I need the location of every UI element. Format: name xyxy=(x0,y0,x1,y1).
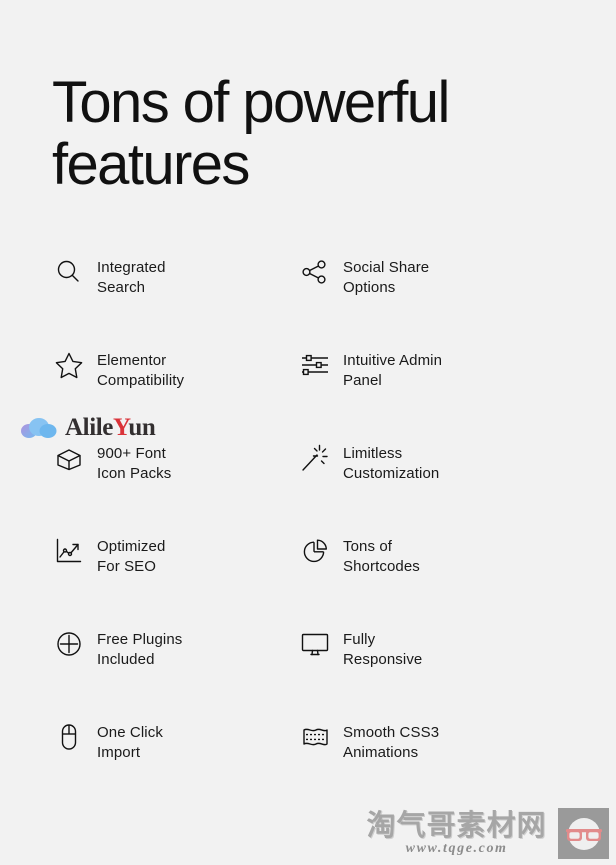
feature-label: Smooth CSS3 Animations xyxy=(343,724,440,761)
feature-label: Free Plugins Included xyxy=(97,631,183,668)
feature-item: Smooth CSS3 Animations xyxy=(298,717,544,810)
feature-label: Tons of Shortcodes xyxy=(343,538,420,575)
feature-item: 900+ Font Icon Packs xyxy=(52,438,298,531)
feature-label: Intuitive Admin Panel xyxy=(343,352,443,389)
magic-wand-icon xyxy=(298,441,332,475)
plus-circle-icon xyxy=(52,627,86,661)
monitor-icon xyxy=(298,627,332,661)
feature-item: Social Share Options xyxy=(298,252,544,345)
mouse-icon xyxy=(52,720,86,754)
feature-label: One Click Import xyxy=(97,724,163,761)
alileyun-text-after: un xyxy=(128,413,156,441)
cloud-icon xyxy=(20,414,58,440)
alileyun-watermark: AlileYun xyxy=(20,413,156,441)
bottom-watermark-url: www.tqge.com xyxy=(405,841,508,857)
glasses-face-icon xyxy=(558,808,609,859)
share-nodes-icon xyxy=(298,255,332,289)
alileyun-text-before: Alile xyxy=(65,413,113,441)
star-icon xyxy=(52,348,86,382)
page-root: Tons of powerful features Integrated Sea… xyxy=(0,0,616,865)
feature-label: Limitless Customization xyxy=(343,445,440,482)
page-title: Tons of powerful features xyxy=(52,70,450,197)
box-icon xyxy=(52,441,86,475)
sliders-icon xyxy=(298,348,332,382)
alileyun-text: AlileYun xyxy=(65,413,156,441)
alileyun-text-accent: Y xyxy=(113,413,129,441)
animation-wave-icon xyxy=(298,720,332,754)
bottom-watermark-text-group: 淘气哥素材网 www.tqge.com xyxy=(357,806,556,861)
feature-label: 900+ Font Icon Packs xyxy=(97,445,172,482)
feature-item: One Click Import xyxy=(52,717,298,810)
feature-item: Tons of Shortcodes xyxy=(298,531,544,624)
line-chart-icon xyxy=(52,534,86,568)
feature-label: Fully Responsive xyxy=(343,631,423,668)
bottom-watermark: 淘气哥素材网 www.tqge.com xyxy=(357,806,609,861)
feature-item: Intuitive Admin Panel xyxy=(298,345,544,438)
features-grid: Integrated Search Social Share Options E… xyxy=(52,252,572,810)
feature-item: Optimized For SEO xyxy=(52,531,298,624)
feature-item: Integrated Search xyxy=(52,252,298,345)
feature-label: Optimized For SEO xyxy=(97,538,166,575)
feature-label: Elementor Compatibility xyxy=(97,352,185,389)
feature-label: Integrated Search xyxy=(97,259,166,296)
feature-item: Limitless Customization xyxy=(298,438,544,531)
feature-label: Social Share Options xyxy=(343,259,430,296)
search-icon xyxy=(52,255,86,289)
pie-chart-icon xyxy=(298,534,332,568)
feature-item: Fully Responsive xyxy=(298,624,544,717)
feature-item: Free Plugins Included xyxy=(52,624,298,717)
bottom-watermark-chinese: 淘气哥素材网 xyxy=(366,807,547,842)
